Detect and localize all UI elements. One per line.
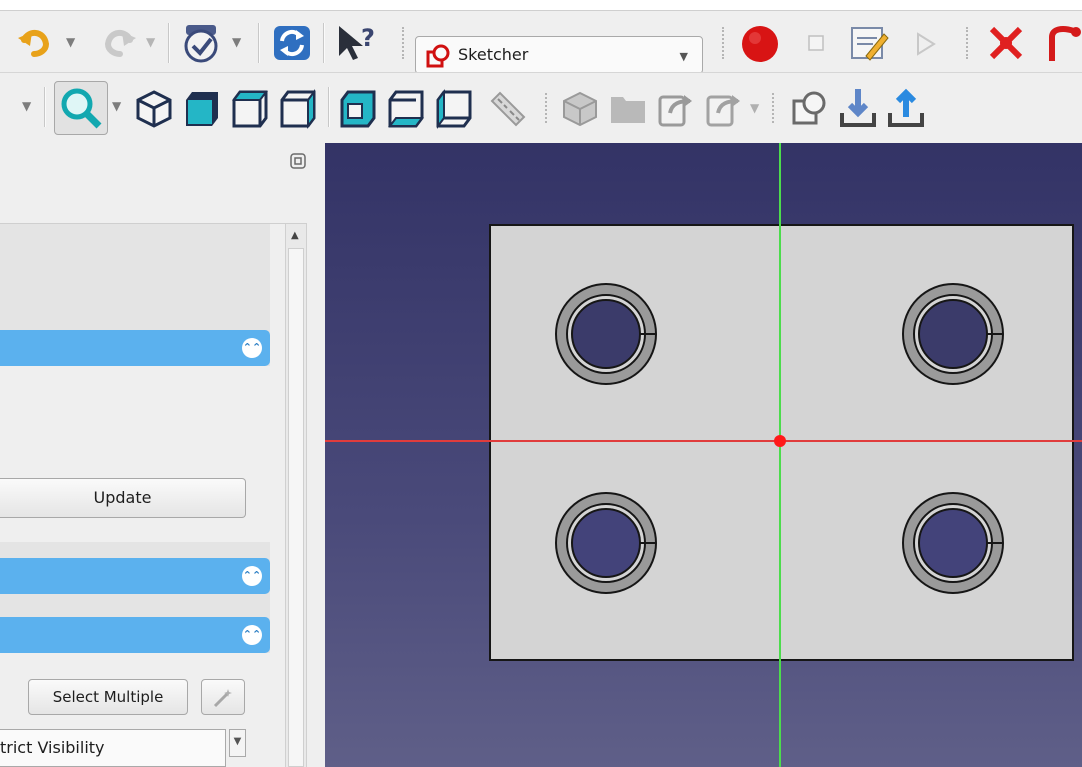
undo-dropdown-icon[interactable]: ▼ <box>66 35 75 49</box>
collapse-icon[interactable]: ⌃⌃ <box>242 625 262 645</box>
section-body: Update <box>0 366 270 542</box>
measure-icon[interactable] <box>488 89 528 129</box>
export-icon[interactable] <box>886 87 926 129</box>
section-body: Select Multiple trict Visibility ▼ <box>0 653 270 767</box>
toolbar-grip[interactable] <box>545 93 550 123</box>
sketch-view-icon[interactable] <box>790 89 830 129</box>
bottom-view-icon[interactable] <box>386 89 426 129</box>
top-toolbar: ▼ ▼ ▼ ? Sketcher ▼ <box>0 10 1082 74</box>
toolbar-grip[interactable] <box>402 27 407 59</box>
separator <box>258 23 259 63</box>
collapse-icon[interactable]: ⌃⌃ <box>242 338 262 358</box>
front-view-icon[interactable] <box>182 89 222 129</box>
visibility-combo-label: trict Visibility <box>0 738 105 757</box>
separator <box>328 87 329 127</box>
zoom-fit-button[interactable] <box>54 81 108 135</box>
toolbar-grip[interactable] <box>772 93 777 123</box>
validate-icon[interactable] <box>180 21 224 65</box>
group-icon[interactable] <box>608 91 648 127</box>
workbench-selector-label: Sketcher <box>458 45 529 64</box>
separator <box>323 23 324 63</box>
separator <box>44 87 45 127</box>
task-panel-scrollbar[interactable]: ▲ <box>285 224 307 767</box>
import-icon[interactable] <box>838 87 878 129</box>
sketch-canvas[interactable] <box>325 143 1082 767</box>
refresh-icon[interactable] <box>272 24 312 62</box>
3d-viewport[interactable] <box>325 143 1082 767</box>
toolbar-grip[interactable] <box>966 27 971 59</box>
scroll-up-icon[interactable]: ▲ <box>291 230 299 241</box>
float-panel-icon[interactable] <box>290 153 306 169</box>
constrain-icon[interactable] <box>1044 23 1082 63</box>
dropdown-icon[interactable]: ▼ <box>112 99 121 113</box>
select-multiple-button[interactable]: Select Multiple <box>28 679 188 715</box>
hole-bottom-right <box>902 492 1004 594</box>
update-button[interactable]: Update <box>0 478 246 518</box>
whats-this-icon[interactable]: ? <box>333 22 379 64</box>
top-view-icon[interactable] <box>230 89 270 129</box>
section-header[interactable]: ⌃⌃ <box>0 617 270 653</box>
run-macro-icon[interactable] <box>914 31 938 57</box>
stop-macro-icon[interactable] <box>806 33 826 53</box>
edit-macro-icon[interactable] <box>848 22 890 64</box>
section-header[interactable]: ⌃⌃ <box>0 330 270 366</box>
left-view-icon[interactable] <box>434 89 474 129</box>
chevron-down-icon: ▼ <box>679 50 688 63</box>
link-icon[interactable] <box>656 89 696 129</box>
redo-icon[interactable] <box>100 26 136 58</box>
hole-bottom-left <box>555 492 657 594</box>
section-header[interactable]: ⌃⌃ <box>0 558 270 594</box>
view-toolbar: ▼ ▼ ▼ <box>0 72 1082 144</box>
visibility-combo-arrow[interactable]: ▼ <box>229 729 246 757</box>
link-actions-icon[interactable] <box>704 89 744 129</box>
collapse-icon[interactable]: ⌃⌃ <box>242 566 262 586</box>
dropdown-icon[interactable]: ▼ <box>22 99 31 113</box>
hole-top-left <box>555 283 657 385</box>
sketcher-workbench-icon <box>426 44 450 68</box>
validate-dropdown-icon[interactable]: ▼ <box>232 35 241 49</box>
isometric-view-icon[interactable] <box>134 89 174 129</box>
redo-dropdown-icon[interactable]: ▼ <box>146 35 155 49</box>
clear-selection-button[interactable] <box>201 679 245 715</box>
visibility-combo[interactable]: trict Visibility <box>0 729 226 767</box>
dropdown-icon[interactable]: ▼ <box>750 101 759 115</box>
toolbar-grip[interactable] <box>722 27 727 59</box>
undo-icon[interactable] <box>18 26 54 58</box>
workbench-selector[interactable]: Sketcher ▼ <box>415 36 703 74</box>
right-view-icon[interactable] <box>278 89 318 129</box>
hole-top-right <box>902 283 1004 385</box>
rear-view-icon[interactable] <box>338 89 378 129</box>
scrollbar-thumb[interactable] <box>288 248 304 767</box>
magic-wand-icon <box>213 689 232 708</box>
part-icon[interactable] <box>560 89 600 129</box>
task-panel-content: ⌃⌃ Update ⌃⌃ ⌃⌃ Select Multiple trict Vi… <box>0 224 270 767</box>
separator <box>168 23 169 63</box>
zoom-fit-icon <box>61 88 102 129</box>
close-sketch-icon[interactable] <box>986 23 1026 63</box>
origin-point <box>774 435 786 447</box>
svg-text:?: ? <box>361 24 375 52</box>
record-macro-icon[interactable] <box>740 24 780 64</box>
